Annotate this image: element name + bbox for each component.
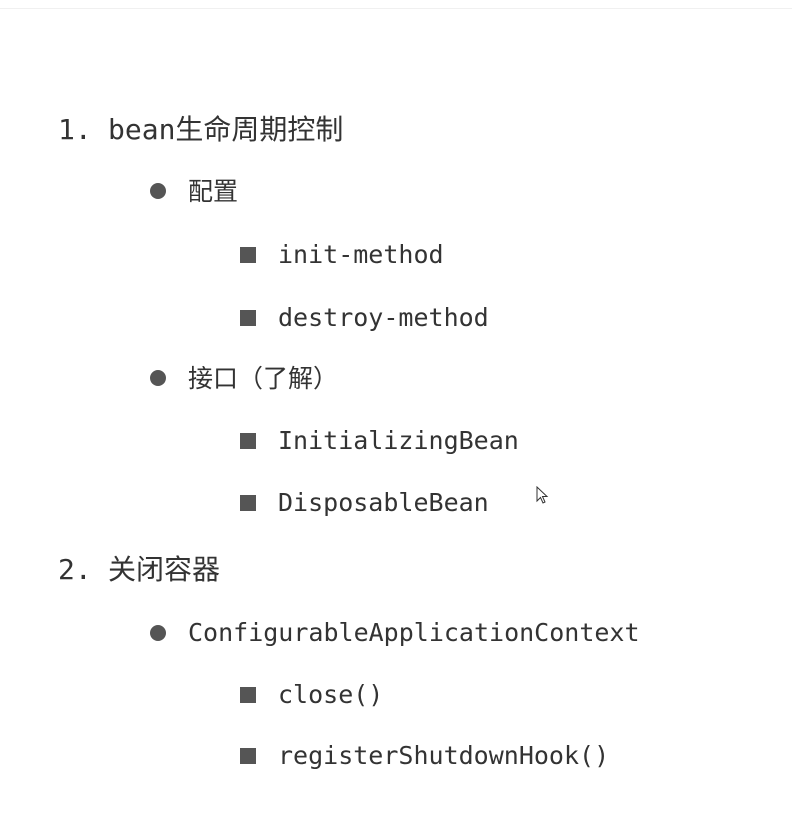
section-title: 关闭容器 (108, 553, 221, 586)
list-item-destroy-method: destroy-method (278, 303, 489, 332)
bullet-square-icon (240, 748, 256, 764)
top-divider (0, 8, 792, 9)
bullet-square-icon (240, 310, 256, 326)
section-title: bean生命周期控制 (108, 113, 344, 146)
bullet-square-icon (240, 247, 256, 263)
list-item-config: 配置 (188, 177, 239, 206)
list-item-disposable-bean: DisposableBean (278, 488, 489, 517)
bullet-circle-icon (150, 370, 166, 386)
bullet-square-icon (240, 433, 256, 449)
list-item-configurable-application-context: ConfigurableApplicationContext (188, 618, 640, 647)
list-item-close: close() (278, 680, 384, 709)
bullet-square-icon (240, 687, 256, 703)
section-heading-close-container: 2. 关闭容器 (58, 552, 220, 588)
list-item-register-shutdown-hook: registerShutdownHook() (278, 741, 610, 770)
mouse-pointer-icon (536, 486, 549, 504)
list-item-init-method: init-method (278, 240, 444, 269)
list-item-interface: 接口（了解） (188, 364, 339, 393)
bullet-circle-icon (150, 625, 166, 641)
section-heading-bean-lifecycle: 1. bean生命周期控制 (58, 112, 343, 148)
section-number: 1. (58, 113, 92, 146)
section-number: 2. (58, 553, 92, 586)
bullet-square-icon (240, 495, 256, 511)
bullet-circle-icon (150, 183, 166, 199)
list-item-initializing-bean: InitializingBean (278, 426, 519, 455)
